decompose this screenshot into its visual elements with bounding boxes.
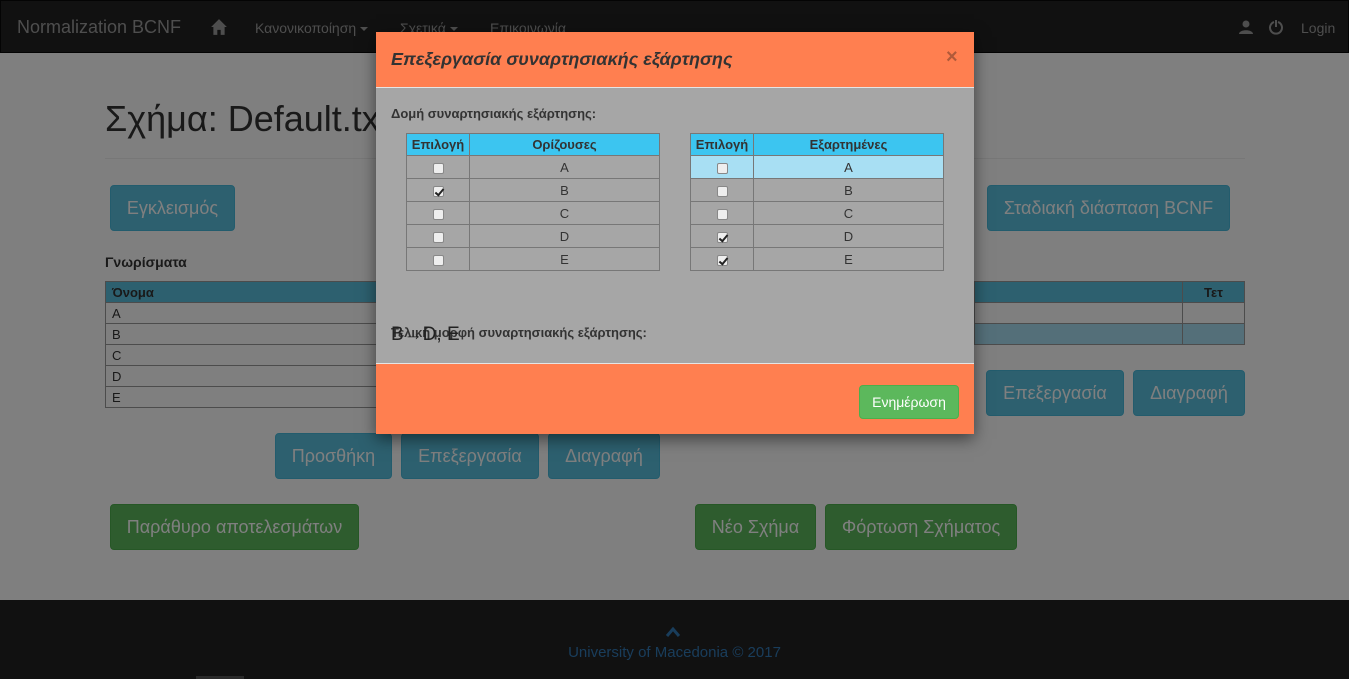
determinant-checkbox-a[interactable] <box>432 162 444 174</box>
table-row: D <box>406 224 660 248</box>
attr-cell: B <box>753 178 944 202</box>
attr-cell: B <box>469 178 660 202</box>
modal-footer: Ενημέρωση <box>376 363 974 434</box>
attr-cell: D <box>469 224 660 248</box>
attr-cell: A <box>469 155 660 179</box>
determinants-table: Επιλογή Ορίζουσες A B C D E <box>406 133 660 271</box>
table-row: C <box>406 201 660 225</box>
dependent-checkbox-a[interactable] <box>716 162 728 174</box>
table-row: E <box>690 247 944 271</box>
table-row: D <box>690 224 944 248</box>
dependents-header: Εξαρτημένες <box>753 133 944 156</box>
select-header: Επιλογή <box>406 133 470 156</box>
attr-cell: E <box>469 247 660 271</box>
fd-final-value: B→D, E <box>391 324 460 345</box>
select-header: Επιλογή <box>690 133 754 156</box>
determinant-checkbox-d[interactable] <box>432 231 444 243</box>
dependent-checkbox-b[interactable] <box>716 185 728 197</box>
attr-cell: D <box>753 224 944 248</box>
close-icon[interactable]: × <box>946 46 958 69</box>
attr-cell: C <box>753 201 944 225</box>
table-row: A <box>406 155 660 179</box>
modal-header: Επεξεργασία συναρτησιακής εξάρτησης × <box>376 32 974 88</box>
determinants-header: Ορίζουσες <box>469 133 660 156</box>
table-row: B <box>690 178 944 202</box>
table-row: C <box>690 201 944 225</box>
table-row: E <box>406 247 660 271</box>
dependent-checkbox-d[interactable] <box>716 231 728 243</box>
modal-title: Επεξεργασία συναρτησιακής εξάρτησης <box>391 49 733 69</box>
dependents-table: Επιλογή Εξαρτημένες A B C D E <box>690 133 944 271</box>
attr-cell: C <box>469 201 660 225</box>
modal-body: Δομή συναρτησιακής εξάρτησης: Επιλογή Ορ… <box>376 89 974 364</box>
attr-cell: E <box>753 247 944 271</box>
update-button[interactable]: Ενημέρωση <box>859 385 959 419</box>
attr-cell: A <box>753 155 944 179</box>
edit-fd-modal: Επεξεργασία συναρτησιακής εξάρτησης × Δο… <box>376 32 974 434</box>
table-row: A <box>690 155 944 179</box>
dependent-checkbox-e[interactable] <box>716 254 728 266</box>
table-row: B <box>406 178 660 202</box>
fd-structure-label: Δομή συναρτησιακής εξάρτησης: <box>391 106 597 121</box>
dependent-checkbox-c[interactable] <box>716 208 728 220</box>
determinant-checkbox-e[interactable] <box>432 254 444 266</box>
determinant-checkbox-b[interactable] <box>432 185 444 197</box>
determinant-checkbox-c[interactable] <box>432 208 444 220</box>
